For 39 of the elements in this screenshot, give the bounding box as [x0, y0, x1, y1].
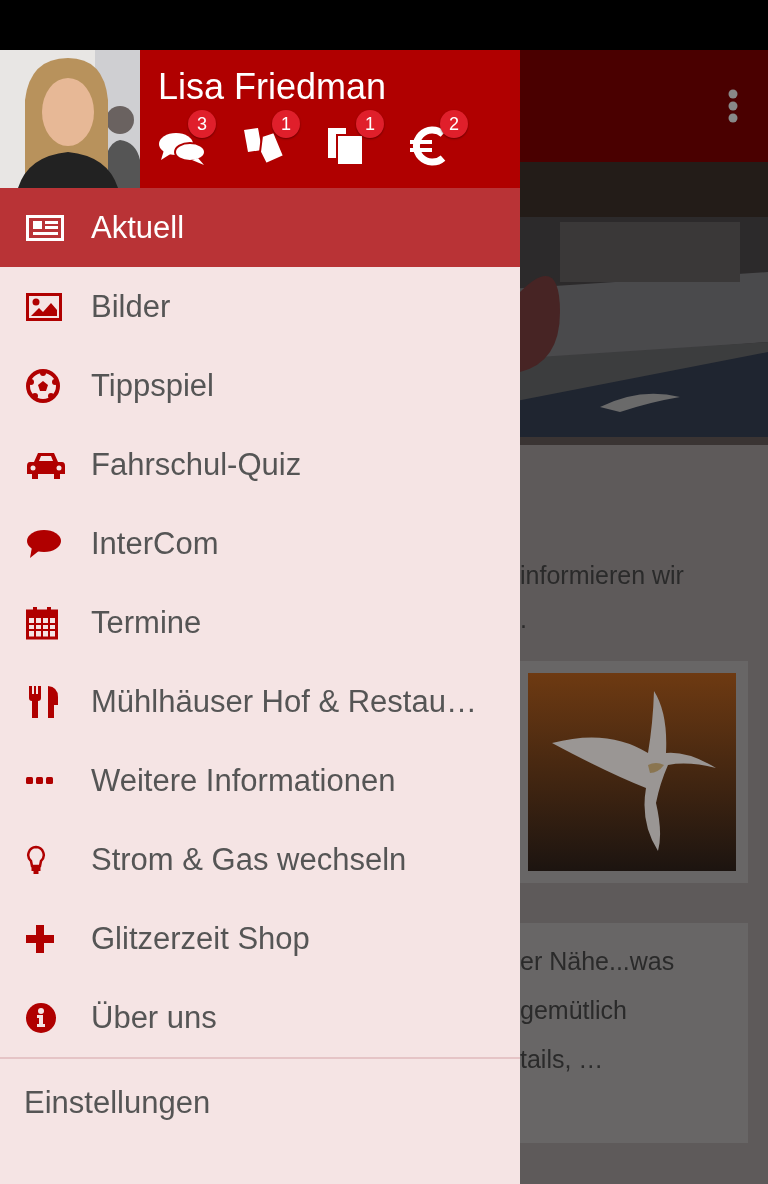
menu-item[interactable]: Aktuell	[0, 188, 520, 267]
menu-item[interactable]: Termine	[0, 583, 520, 662]
card-text: tails, …	[520, 1044, 605, 1075]
info-icon	[26, 1002, 56, 1033]
counter-button[interactable]: 3	[158, 110, 216, 166]
card-text: gemütlich	[520, 995, 628, 1026]
menu-item[interactable]: Strom & Gas wechseln	[0, 820, 520, 899]
more-icon	[26, 776, 54, 785]
image-icon	[26, 292, 62, 321]
menu-item[interactable]: InterCom	[0, 504, 520, 583]
counter-button[interactable]: 1	[242, 110, 300, 166]
counter-button[interactable]: 2	[410, 110, 468, 166]
menu-item[interactable]: Bilder	[0, 267, 520, 346]
menu-item[interactable]: Weitere Informationen	[0, 741, 520, 820]
settings-item[interactable]: Einstellungen	[24, 1085, 211, 1120]
calendar-icon	[26, 605, 58, 640]
count-badge: 1	[272, 110, 300, 138]
menu-item[interactable]: Mühlhäuser Hof & Restau…	[0, 662, 520, 741]
user-name: Lisa Friedman	[158, 66, 388, 108]
count-badge: 2	[440, 110, 468, 138]
card-text: er Nähe...was	[520, 946, 676, 977]
copy-icon	[326, 126, 364, 166]
menu-item[interactable]: Über uns	[0, 978, 520, 1057]
body-text: .	[520, 604, 528, 635]
euro-icon	[410, 126, 446, 166]
chat-bubbles-icon	[158, 130, 206, 166]
counter-button[interactable]: 1	[326, 110, 384, 166]
newspaper-icon	[26, 214, 64, 241]
plus-icon	[26, 924, 54, 953]
speech-bubble-icon	[26, 528, 62, 559]
cutlery-icon	[26, 684, 60, 719]
menu-item[interactable]: Glitzerzeit Shop	[0, 899, 520, 978]
count-badge: 1	[356, 110, 384, 138]
menu-item[interactable]: Fahrschul-Quiz	[0, 425, 520, 504]
light-bulb-icon	[26, 844, 46, 875]
count-badge: 3	[188, 110, 216, 138]
overflow-menu-icon[interactable]	[728, 89, 738, 123]
soccer-ball-icon	[26, 368, 60, 403]
menu-item[interactable]: Tippspiel	[0, 346, 520, 425]
